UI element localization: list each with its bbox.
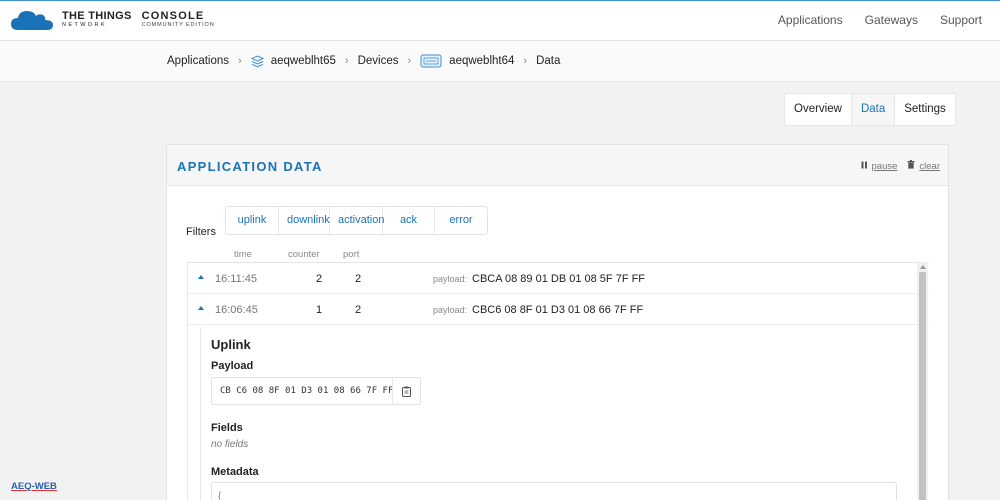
panel-actions: pause clear (861, 160, 940, 172)
clear-button[interactable]: clear (919, 161, 940, 172)
table-row[interactable]: 16:11:45 2 2 payload: CBCA 08 89 01 DB 0… (188, 263, 929, 294)
row-time: 16:06:45 (215, 304, 258, 316)
breadcrumb-data: Data (536, 55, 561, 67)
scrollbar-thumb[interactable] (919, 272, 926, 500)
column-header-time: time (234, 249, 252, 260)
pause-icon[interactable] (861, 161, 868, 172)
payload-hex-box[interactable]: CB C6 08 8F 01 D3 01 08 66 7F FF (211, 377, 421, 405)
copy-icon[interactable] (392, 378, 420, 404)
device-tabs: Overview Data Settings (784, 93, 956, 126)
row-counter: 2 (316, 273, 323, 285)
fields-heading: Fields (211, 422, 243, 434)
scrollbar[interactable] (917, 262, 928, 500)
panel-header: APPLICATION DATA pause clear (167, 145, 948, 186)
payload-heading: Payload (211, 360, 254, 372)
uplink-heading: Uplink (211, 337, 251, 352)
watermark-text: AEQ-WEB (11, 481, 57, 492)
chevron-right-icon: › (523, 55, 528, 67)
row-payload: CBCA 08 89 01 DB 01 08 5F 7F FF (472, 273, 646, 285)
row-port: 2 (355, 304, 362, 316)
application-data-panel: APPLICATION DATA pause clear Filters upl… (166, 144, 949, 500)
column-header-counter: counter (288, 249, 320, 260)
ttn-logo[interactable]: THE THINGS NETWORK CONSOLE COMMUNITY EDI… (10, 8, 215, 32)
nav-support[interactable]: Support (940, 13, 982, 27)
row-payload: CBC6 08 8F 01 D3 01 08 66 7F FF (472, 304, 644, 316)
panel-title: APPLICATION DATA (177, 159, 323, 174)
uplink-detail: Uplink Payload CB C6 08 8F 01 D3 01 08 6… (200, 327, 918, 500)
brand-name: THE THINGS (62, 10, 132, 23)
metadata-box[interactable]: { (211, 482, 897, 500)
tab-overview[interactable]: Overview (785, 94, 851, 125)
scroll-up-icon[interactable] (920, 265, 926, 269)
breadcrumb-app-id[interactable]: aeqweblht65 (271, 55, 336, 67)
row-payload-label: payload: (433, 305, 468, 315)
collapse-caret-icon[interactable] (198, 275, 204, 279)
filters-label: Filters (186, 226, 216, 238)
device-icon (420, 54, 442, 68)
breadcrumb: Applications › aeqweblht65 › Devices › a… (0, 41, 1000, 82)
row-time: 16:11:45 (215, 273, 258, 285)
pause-button[interactable]: pause (872, 161, 898, 172)
filter-ack[interactable]: ack (383, 207, 435, 234)
filter-downlink[interactable]: downlink (279, 207, 330, 234)
top-bar: THE THINGS NETWORK CONSOLE COMMUNITY EDI… (0, 0, 1000, 41)
filter-activation[interactable]: activation (330, 207, 384, 234)
table-row[interactable]: 16:06:45 1 2 payload: CBC6 08 8F 01 D3 0… (188, 294, 929, 325)
nav-gateways[interactable]: Gateways (865, 13, 918, 27)
filter-group: uplink downlink activation ack error (225, 206, 488, 235)
payload-hex[interactable]: CB C6 08 8F 01 D3 01 08 66 7F FF (220, 386, 393, 396)
tab-data[interactable]: Data (850, 94, 896, 125)
chevron-right-icon: › (344, 55, 349, 67)
no-fields-text: no fields (211, 439, 249, 450)
collapse-caret-icon[interactable] (198, 306, 204, 310)
metadata-heading: Metadata (211, 466, 259, 478)
edition-label: COMMUNITY EDITION (141, 22, 215, 29)
trash-icon[interactable] (907, 160, 915, 172)
application-icon (250, 54, 264, 68)
chevron-right-icon: › (407, 55, 412, 67)
breadcrumb-devices[interactable]: Devices (358, 55, 399, 67)
breadcrumb-applications[interactable]: Applications (167, 55, 229, 67)
metadata-preview: { (218, 491, 222, 500)
tab-settings[interactable]: Settings (895, 94, 955, 125)
brand-subname: NETWORK (62, 22, 107, 29)
filter-error[interactable]: error (435, 207, 487, 234)
breadcrumb-device-id[interactable]: aeqweblht64 (449, 55, 514, 67)
cloud-icon (11, 11, 53, 30)
row-port: 2 (355, 273, 362, 285)
console-label: CONSOLE (141, 10, 205, 23)
top-nav: Applications Gateways Support (756, 13, 982, 27)
row-counter: 1 (316, 304, 323, 316)
nav-applications[interactable]: Applications (778, 13, 843, 27)
data-list: 16:11:45 2 2 payload: CBCA 08 89 01 DB 0… (187, 262, 929, 500)
row-payload-label: payload: (433, 274, 468, 284)
filter-uplink[interactable]: uplink (226, 207, 279, 234)
chevron-right-icon: › (238, 55, 242, 67)
column-header-port: port (343, 249, 360, 260)
